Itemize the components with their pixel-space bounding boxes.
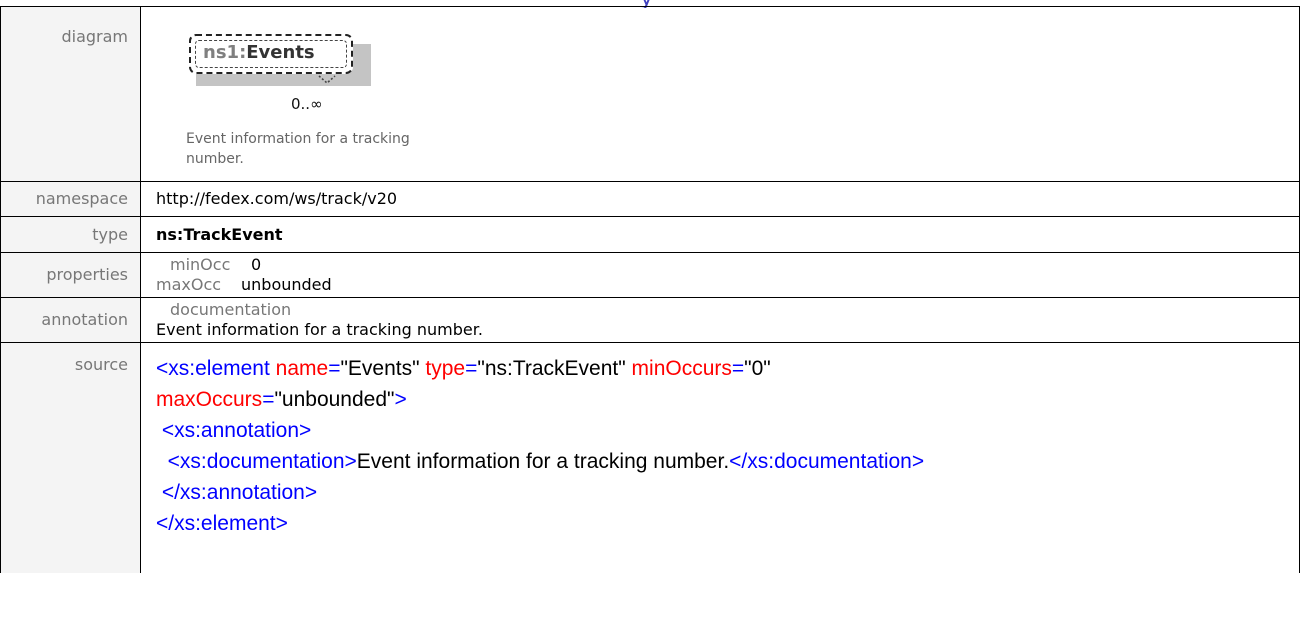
- src-tag-end: >: [394, 388, 407, 411]
- maxocc-key: maxOcc: [156, 275, 222, 294]
- element-box[interactable]: ns1:Events: [189, 34, 353, 74]
- src-attr-maxoccurs: maxOccurs: [156, 388, 263, 411]
- namespace-value: http://fedex.com/ws/track/v20: [140, 181, 1300, 217]
- label-namespace: namespace: [0, 181, 141, 217]
- properties-table: diagram ns1:Events 0..∞ Event informatio…: [0, 6, 1300, 573]
- label-properties: properties: [0, 252, 141, 298]
- diagram-description: Event information for a tracking number.: [186, 131, 410, 167]
- row-diagram: diagram ns1:Events 0..∞ Event informatio…: [0, 6, 1300, 182]
- chevron-down-icon: [318, 75, 336, 85]
- annotation-block: documentation Event information for a tr…: [156, 298, 1299, 342]
- src-eq: =: [328, 357, 341, 380]
- documentation-value: Event information for a tracking number.: [156, 320, 483, 339]
- documentation-key: documentation: [170, 300, 292, 319]
- src-tag-documentation-open: <xs:documentation>: [156, 450, 357, 473]
- label-annotation: annotation: [0, 297, 141, 343]
- src-val-minoccurs: "0": [744, 357, 771, 380]
- maxocc-value: unbounded: [241, 275, 332, 294]
- source-code: <xs:element name="Events" type="ns:Track…: [156, 343, 1299, 539]
- src-tag-annotation-open: <xs:annotation>: [156, 419, 312, 442]
- minocc-value: 0: [251, 255, 262, 274]
- src-tag-annotation-close: </xs:annotation>: [156, 481, 318, 504]
- src-eq: =: [731, 357, 745, 380]
- properties-cell: minOcc 0 maxOcc unbounded: [140, 252, 1300, 298]
- diagram-cell: ns1:Events 0..∞ Event information for a …: [140, 6, 1300, 182]
- src-val-maxoccurs: "unbounded": [274, 388, 395, 411]
- src-attr-minoccurs: minOccurs: [625, 357, 732, 380]
- annotation-cell: documentation Event information for a tr…: [140, 297, 1300, 343]
- src-attr-name: name: [269, 357, 329, 380]
- label-diagram: diagram: [0, 6, 141, 182]
- element-doc: diagram ns1:Events 0..∞ Event informatio…: [0, 6, 1300, 620]
- minocc-key: minOcc: [170, 255, 231, 274]
- label-type: type: [0, 216, 141, 253]
- type-link[interactable]: ns:TrackEvent: [156, 225, 283, 244]
- src-eq: =: [262, 388, 275, 411]
- row-source: source <xs:element name="Events" type="n…: [0, 342, 1300, 573]
- src-documentation-text: Event information for a tracking number.: [356, 450, 730, 473]
- type-value: ns:TrackEvent: [140, 216, 1300, 253]
- properties-list: minOcc 0 maxOcc unbounded: [156, 253, 1299, 297]
- row-properties: properties minOcc 0 maxOcc unbounded: [0, 252, 1300, 298]
- src-tag-element-close: </xs:element>: [156, 512, 288, 535]
- source-cell: <xs:element name="Events" type="ns:Track…: [140, 342, 1300, 573]
- element-diagram: ns1:Events 0..∞ Event information for a …: [156, 7, 1299, 177]
- element-prefix: ns1: [203, 42, 240, 63]
- element-name: ns1:Events: [203, 42, 315, 63]
- label-source: source: [0, 342, 141, 573]
- element-local: Events: [246, 42, 315, 63]
- src-tag-documentation-close: </xs:documentation>: [729, 450, 925, 473]
- src-attr-type: type: [419, 357, 466, 380]
- src-eq: =: [465, 357, 478, 380]
- occurrence-label: 0..∞: [291, 95, 323, 113]
- row-annotation: annotation documentation Event informati…: [0, 297, 1300, 343]
- row-namespace: namespace http://fedex.com/ws/track/v20: [0, 181, 1300, 217]
- src-val-type: "ns:TrackEvent": [477, 357, 626, 380]
- src-tag-element-open: <xs:element: [156, 357, 270, 380]
- src-val-name: "Events": [340, 357, 420, 380]
- row-type: type ns:TrackEvent: [0, 216, 1300, 253]
